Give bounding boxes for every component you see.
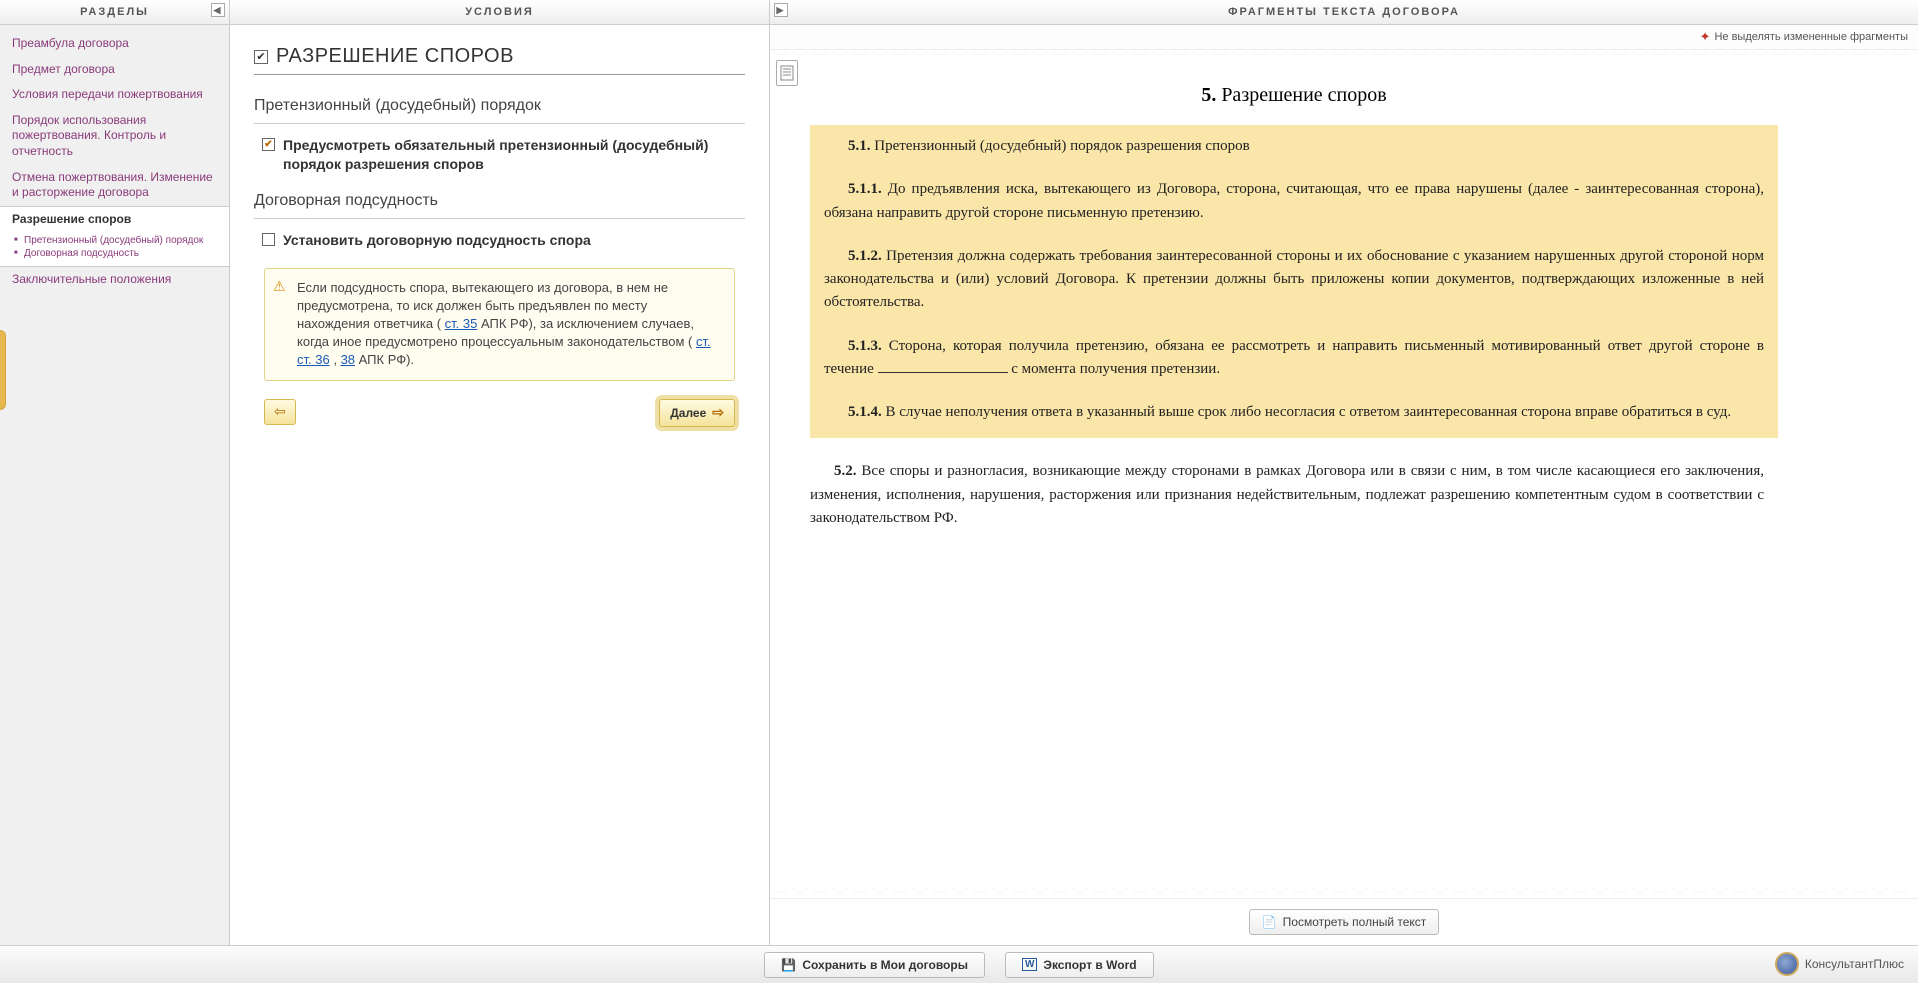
nav-sub-jurisdiction[interactable]: Договорная подсудность — [24, 247, 229, 260]
torn-edge-bottom — [770, 888, 1918, 898]
nav-item-disputes[interactable]: Разрешение споров — [0, 206, 229, 233]
nav-item-subject[interactable]: Предмет договора — [0, 57, 229, 83]
fragments-header-title: ФРАГМЕНТЫ ТЕКСТА ДОГОВОРА — [1228, 6, 1460, 18]
nav-item-final[interactable]: Заключительные положения — [0, 267, 229, 293]
bottom-toolbar: 💾 Сохранить в Мои договоры W Экспорт в W… — [0, 945, 1918, 983]
sections-header: РАЗДЕЛЫ ◀ — [0, 0, 229, 25]
sections-nav: Преамбула договора Предмет договора Усло… — [0, 25, 229, 299]
document-body: 5. Разрешение споров 5.1. Претензионный … — [770, 60, 1918, 888]
toggle-highlight-button[interactable]: ✦ Не выделять измененные фрагменты — [1700, 29, 1908, 45]
subsection-pretrial: Претензионный (досудебный) порядок — [254, 89, 745, 124]
clause-5-1-2: 5.1.2. Претензия должна содержать требов… — [810, 235, 1778, 325]
nav-sub-pretrial[interactable]: Претензионный (досудебный) порядок — [24, 234, 229, 247]
law-link-35[interactable]: ст. 35 — [445, 316, 478, 331]
checkbox-jurisdiction[interactable] — [262, 233, 275, 246]
law-link-38[interactable]: 38 — [341, 352, 355, 367]
save-icon: 💾 — [781, 958, 796, 972]
view-full-label: Посмотреть полный текст — [1283, 915, 1427, 929]
brand-name: КонсультантПлюс — [1805, 957, 1904, 971]
option-jurisdiction-label: Установить договорную подсудность спора — [283, 231, 591, 250]
nav-sub-disputes: Претензионный (досудебный) порядок Догов… — [0, 232, 229, 267]
checkbox-pretrial[interactable] — [262, 138, 275, 151]
info-note: Если подсудность спора, вытекающего из д… — [264, 268, 735, 381]
clause-5-1: 5.1. Претензионный (досудебный) порядок … — [810, 125, 1778, 168]
brand: КонсультантПлюс — [1775, 952, 1904, 976]
toggle-highlight-label: Не выделять измененные фрагменты — [1714, 31, 1908, 43]
doc-section-number: 5. — [1201, 84, 1216, 106]
highlight-off-icon: ✦ — [1700, 29, 1711, 45]
subsection-jurisdiction: Договорная подсудность — [254, 184, 745, 219]
nav-item-transfer[interactable]: Условия передачи пожертвования — [0, 82, 229, 108]
export-label: Экспорт в Word — [1043, 958, 1136, 972]
doc-section-name: Разрешение споров — [1216, 84, 1386, 106]
clause-5-1-1: 5.1.1. До предъявления иска, вытекающего… — [810, 168, 1778, 235]
sections-panel: РАЗДЕЛЫ ◀ Преамбула договора Предмет дог… — [0, 0, 230, 945]
save-button[interactable]: 💾 Сохранить в Мои договоры — [764, 952, 985, 978]
nav-item-preamble[interactable]: Преамбула договора — [0, 31, 229, 57]
torn-edge-top — [770, 50, 1918, 60]
doc-section-title: 5. Разрешение споров — [810, 84, 1778, 107]
side-handle[interactable] — [0, 330, 6, 410]
expand-right-icon[interactable]: ▶ — [774, 3, 788, 17]
view-full-text-button[interactable]: 📄 Посмотреть полный текст — [1249, 909, 1440, 935]
clause-5-1-3: 5.1.3. Сторона, которая получила претенз… — [810, 325, 1778, 392]
save-label: Сохранить в Мои договоры — [802, 958, 968, 972]
conditions-panel: УСЛОВИЯ ✔ РАЗРЕШЕНИЕ СПОРОВ Претензионны… — [230, 0, 770, 945]
note-text-3: АПК РФ). — [359, 352, 414, 367]
collapse-left-icon[interactable]: ◀ — [211, 3, 225, 17]
clause-5-1-4: 5.1.4. В случае неполучения ответа в ука… — [810, 391, 1778, 438]
option-pretrial-label: Предусмотреть обязательный претензионный… — [283, 136, 737, 174]
arrow-right-icon: ⇨ — [712, 404, 724, 421]
blank-field — [878, 358, 1008, 373]
fragments-header: ▶ ФРАГМЕНТЫ ТЕКСТА ДОГОВОРА — [770, 0, 1918, 25]
section-checkbox-icon[interactable]: ✔ — [254, 50, 268, 64]
conditions-header-title: УСЛОВИЯ — [465, 6, 534, 18]
document-icon: 📄 — [1262, 915, 1277, 929]
word-icon: W — [1022, 958, 1037, 971]
fragments-panel: ▶ ФРАГМЕНТЫ ТЕКСТА ДОГОВОРА ✦ Не выделят… — [770, 0, 1918, 945]
next-button[interactable]: Далее ⇨ — [659, 399, 735, 427]
note-sep: , — [333, 352, 340, 367]
nav-item-usage[interactable]: Порядок использования пожертвования. Кон… — [0, 108, 229, 165]
clause-5-2: 5.2. Все споры и разногласия, возникающи… — [810, 450, 1778, 540]
section-title: РАЗРЕШЕНИЕ СПОРОВ — [276, 45, 514, 68]
next-button-label: Далее — [670, 406, 706, 420]
document-view-icon[interactable] — [776, 60, 798, 86]
brand-logo-icon — [1775, 952, 1799, 976]
conditions-header: УСЛОВИЯ — [230, 0, 769, 25]
sections-title: РАЗДЕЛЫ — [80, 6, 149, 18]
nav-item-cancel[interactable]: Отмена пожертвования. Изменение и растор… — [0, 165, 229, 206]
back-button[interactable]: ⇦ — [264, 399, 296, 425]
export-word-button[interactable]: W Экспорт в Word — [1005, 952, 1154, 978]
